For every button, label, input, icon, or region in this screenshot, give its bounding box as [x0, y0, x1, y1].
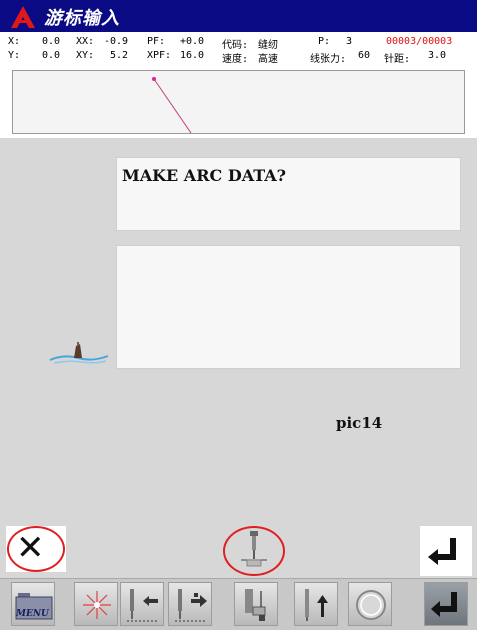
presser-foot-icon	[245, 589, 266, 621]
tension-value: 60	[358, 50, 371, 61]
needle-icon	[241, 531, 267, 567]
picture-label: pic14	[336, 414, 383, 432]
menu-icon	[15, 593, 53, 620]
xx-label: XX:	[76, 36, 95, 47]
needle-forward-icon	[175, 589, 207, 622]
p-label: P:	[318, 36, 331, 47]
window-title: 游标输入	[44, 8, 120, 29]
xy-label: XY:	[76, 50, 95, 61]
toolbar-enter-icon	[431, 592, 457, 617]
speed-label: 速度:	[222, 54, 249, 65]
needle-position-icon	[49, 342, 109, 364]
xx-value: -0.9	[104, 36, 129, 47]
title-bar: 游标输入	[0, 0, 477, 32]
pattern-preview-drawing	[152, 77, 192, 134]
needle-button[interactable]	[223, 526, 287, 576]
presser-foot-button[interactable]	[234, 582, 278, 626]
toolbar-enter-button[interactable]	[424, 582, 468, 626]
enter-button[interactable]	[420, 526, 472, 576]
menu-button[interactable]: MENU	[11, 582, 55, 626]
circle-icon	[356, 590, 386, 620]
needle-up-button[interactable]	[294, 582, 338, 626]
pf-value: +0.0	[180, 36, 205, 47]
company-logo	[11, 6, 35, 28]
input-box[interactable]	[116, 245, 461, 369]
x-label: X:	[8, 36, 21, 47]
menu-label: MENU	[16, 609, 49, 619]
needle-forward-button[interactable]	[168, 582, 212, 626]
tension-label: 线张力:	[310, 54, 347, 65]
xpf-value: 16.0	[180, 50, 205, 61]
counter: 00003/00003	[386, 36, 453, 47]
stitch-value: 3.0	[428, 50, 447, 61]
confirm-message: MAKE ARC DATA?	[122, 166, 287, 185]
xy-value: 5.2	[110, 50, 129, 61]
origin-button[interactable]	[74, 582, 118, 626]
code-label: 代码:	[222, 40, 249, 51]
speed-value: 高速	[258, 54, 278, 65]
pf-label: PF:	[147, 36, 166, 47]
x-value: 0.0	[42, 36, 61, 47]
stitch-label: 针距:	[384, 54, 411, 65]
y-value: 0.0	[42, 50, 61, 61]
needle-back-button[interactable]	[120, 582, 164, 626]
xpf-label: XPF:	[147, 50, 172, 61]
cancel-button[interactable]: ✕	[6, 526, 66, 572]
origin-icon	[83, 591, 111, 619]
enter-icon	[428, 538, 456, 565]
pattern-preview[interactable]	[12, 70, 465, 134]
circle-button[interactable]	[348, 582, 392, 626]
status-panel: X: 0.0 XX: -0.9 PF: +0.0 代码: 缝纫 P: 3 000…	[0, 32, 477, 66]
close-icon: ✕	[16, 528, 45, 568]
needle-up-icon	[305, 589, 328, 621]
p-value: 3	[346, 36, 353, 47]
code-value: 缝纫	[258, 40, 278, 51]
needle-back-icon	[127, 589, 159, 622]
y-label: Y:	[8, 50, 21, 61]
